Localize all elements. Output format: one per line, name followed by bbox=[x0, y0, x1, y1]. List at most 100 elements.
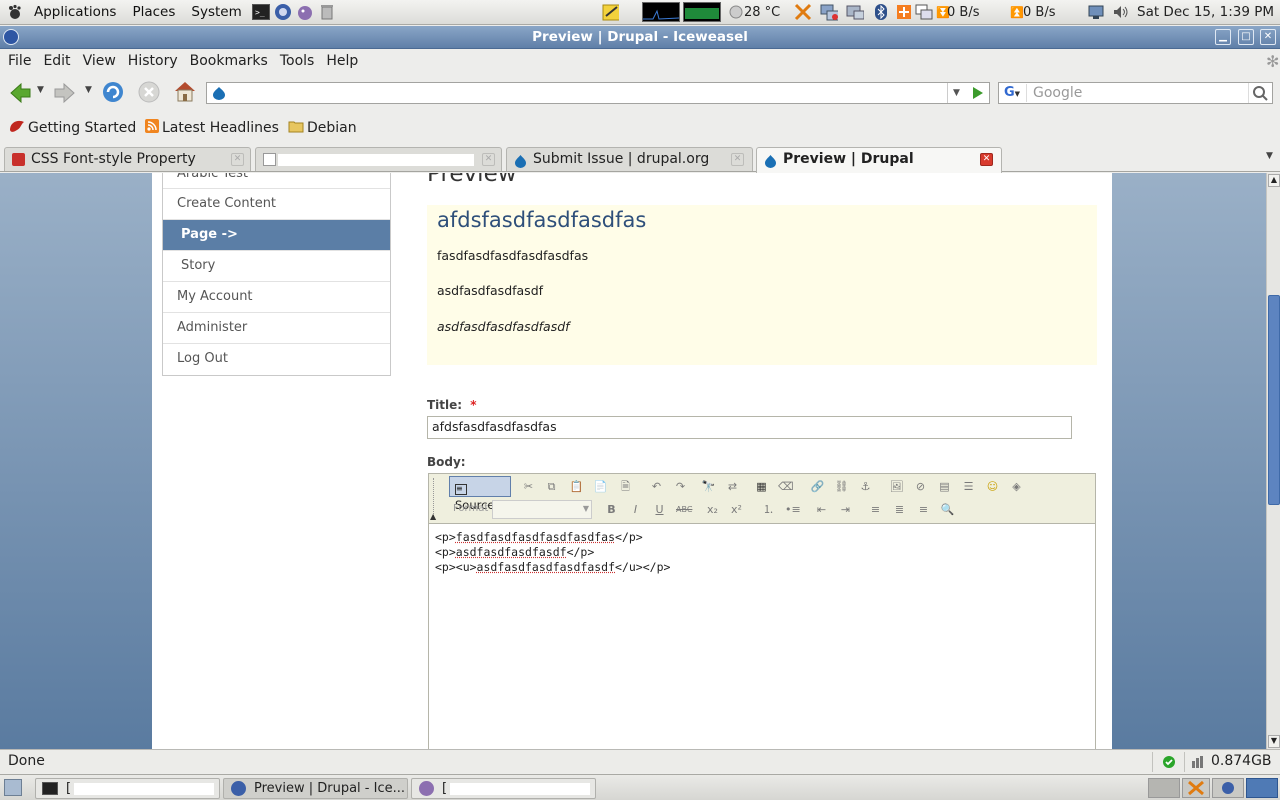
tab-submit-issue[interactable]: Submit Issue | drupal.org ✕ bbox=[506, 147, 753, 171]
source-textarea[interactable]: <p>fasdfasdfasdfasdfasdfas</p> <p>asdfas… bbox=[429, 524, 1095, 581]
reload-button[interactable] bbox=[101, 80, 125, 108]
tab-close-icon[interactable]: ✕ bbox=[980, 153, 993, 166]
forward-button[interactable] bbox=[53, 81, 77, 109]
horizontal-rule-icon[interactable]: ☰ bbox=[961, 479, 976, 494]
network-icon[interactable] bbox=[820, 3, 838, 21]
sidebar-item-create-content[interactable]: Create Content bbox=[163, 189, 390, 220]
paste-text-icon[interactable]: 📄 bbox=[593, 479, 608, 494]
terminal-icon[interactable]: >_ bbox=[252, 3, 270, 21]
align-center-icon[interactable]: ≣ bbox=[892, 502, 907, 517]
bold-icon[interactable]: B bbox=[604, 502, 619, 517]
sidebar-item-arabic-test[interactable]: Arabic Test bbox=[163, 173, 390, 189]
maximize-button[interactable]: □ bbox=[1238, 29, 1254, 45]
url-history-dropdown[interactable]: ▼ bbox=[947, 83, 965, 103]
back-history-dropdown[interactable]: ▼ bbox=[37, 85, 44, 95]
smiley-icon[interactable]: ☺ bbox=[985, 479, 1000, 494]
taskbar-item-terminal[interactable]: [ bbox=[35, 778, 220, 799]
tab-preview-drupal[interactable]: Preview | Drupal ✕ bbox=[756, 147, 1002, 173]
workspace-switcher-icon[interactable] bbox=[915, 3, 933, 21]
scroll-down-arrow[interactable]: ▼ bbox=[1268, 735, 1280, 748]
link-icon[interactable]: 🔗 bbox=[810, 479, 825, 494]
window-menu-icon[interactable] bbox=[3, 29, 19, 45]
paste-word-icon[interactable]: 🗎 bbox=[618, 479, 633, 494]
redo-icon[interactable]: ↷ bbox=[673, 479, 688, 494]
find-icon[interactable]: 🔭 bbox=[701, 479, 716, 494]
underline-icon[interactable]: U bbox=[652, 502, 667, 517]
bookmark-latest-headlines[interactable]: Latest Headlines bbox=[145, 119, 279, 137]
italic-icon[interactable]: I bbox=[628, 502, 643, 517]
workspace-4[interactable] bbox=[1246, 778, 1278, 798]
tab-close-icon[interactable]: ✕ bbox=[482, 153, 495, 166]
minimize-button[interactable]: ▁ bbox=[1215, 29, 1231, 45]
scroll-up-arrow[interactable]: ▲ bbox=[1268, 174, 1280, 187]
remove-format-icon[interactable]: ⌫ bbox=[778, 479, 793, 494]
search-icon[interactable] bbox=[1248, 83, 1272, 103]
special-char-icon[interactable]: ◈ bbox=[1009, 479, 1024, 494]
image-icon[interactable]: 🖼 bbox=[889, 479, 904, 494]
align-left-icon[interactable]: ≡ bbox=[868, 502, 883, 517]
tab-close-icon[interactable]: ✕ bbox=[231, 153, 244, 166]
security-ok-icon[interactable] bbox=[1162, 755, 1176, 773]
select-all-icon[interactable]: ▦ bbox=[754, 479, 769, 494]
stop-button[interactable] bbox=[137, 80, 161, 108]
url-bar[interactable]: ▼ bbox=[206, 82, 990, 104]
menu-tools[interactable]: Tools bbox=[274, 53, 321, 69]
iceweasel-icon[interactable] bbox=[274, 3, 292, 21]
menu-history[interactable]: History bbox=[122, 53, 184, 69]
update-notifier-icon[interactable] bbox=[895, 3, 913, 21]
sidebar-item-my-account[interactable]: My Account bbox=[163, 282, 390, 313]
close-button[interactable]: ✕ bbox=[1260, 29, 1276, 45]
preview-icon[interactable]: 🔍 bbox=[940, 502, 955, 517]
sidebar-item-page[interactable]: Page -> bbox=[163, 220, 390, 251]
undo-icon[interactable]: ↶ bbox=[649, 479, 664, 494]
vertical-scrollbar[interactable]: ▲ ▼ bbox=[1266, 173, 1280, 749]
unlink-icon[interactable]: ⛓ bbox=[834, 479, 849, 494]
paste-icon[interactable]: 📋 bbox=[569, 479, 584, 494]
workspace-2[interactable] bbox=[1182, 778, 1210, 798]
collapse-toolbar-icon[interactable]: ▲ bbox=[430, 512, 436, 521]
numbered-list-icon[interactable]: ⒈ bbox=[761, 502, 776, 517]
show-desktop-icon[interactable] bbox=[4, 779, 22, 796]
outdent-icon[interactable]: ⇤ bbox=[814, 502, 829, 517]
bulleted-list-icon[interactable]: •≡ bbox=[785, 502, 800, 517]
tab-list-dropdown[interactable]: ▼ bbox=[1266, 151, 1273, 161]
sidebar-item-administer[interactable]: Administer bbox=[163, 313, 390, 344]
network-manager-icon[interactable] bbox=[846, 3, 864, 21]
anchor-icon[interactable]: ⚓ bbox=[858, 479, 873, 494]
workspace-1[interactable] bbox=[1148, 778, 1180, 798]
window-titlebar[interactable]: Preview | Drupal - Iceweasel ▁ □ ✕ bbox=[0, 26, 1280, 49]
network-status-icon[interactable] bbox=[1088, 3, 1106, 21]
taskbar-item-pidgin[interactable]: [ bbox=[411, 778, 596, 799]
menu-view[interactable]: View bbox=[77, 53, 122, 69]
search-engine-selector[interactable]: G▼ bbox=[1001, 84, 1027, 102]
bluetooth-icon[interactable] bbox=[872, 3, 890, 21]
notes-icon[interactable] bbox=[601, 3, 619, 21]
menu-bookmarks[interactable]: Bookmarks bbox=[184, 53, 274, 69]
back-button[interactable] bbox=[8, 81, 32, 109]
tab-css-font-style[interactable]: CSS Font-style Property ✕ bbox=[4, 147, 251, 171]
tab-untitled[interactable]: ✕ bbox=[255, 147, 502, 171]
home-button[interactable] bbox=[173, 79, 197, 107]
search-bar[interactable]: G▼ Google bbox=[998, 82, 1273, 104]
menu-help[interactable]: Help bbox=[320, 53, 364, 69]
scroll-thumb[interactable] bbox=[1268, 295, 1280, 505]
pidgin-icon[interactable] bbox=[296, 3, 314, 21]
bookmark-getting-started[interactable]: Getting Started bbox=[8, 118, 136, 138]
forward-history-dropdown[interactable]: ▼ bbox=[85, 85, 92, 95]
menu-edit[interactable]: Edit bbox=[37, 53, 76, 69]
menu-file[interactable]: File bbox=[0, 53, 37, 69]
table-icon[interactable]: ▤ bbox=[937, 479, 952, 494]
strikethrough-icon[interactable]: ABC bbox=[676, 502, 691, 517]
trash-icon[interactable] bbox=[318, 3, 336, 21]
clock[interactable]: Sat Dec 15, 1:39 PM bbox=[1137, 4, 1274, 20]
search-input[interactable]: Google bbox=[1033, 85, 1082, 101]
replace-icon[interactable]: ⇄ bbox=[725, 479, 740, 494]
cut-icon[interactable]: ✂ bbox=[521, 479, 536, 494]
tab-close-icon[interactable]: ✕ bbox=[731, 153, 744, 166]
title-input[interactable]: afdsfasdfasdfasdfas bbox=[427, 416, 1072, 439]
align-right-icon[interactable]: ≡ bbox=[916, 502, 931, 517]
taskbar-item-iceweasel[interactable]: Preview | Drupal - Ice... bbox=[223, 778, 408, 799]
sidebar-item-log-out[interactable]: Log Out bbox=[163, 344, 390, 375]
source-button[interactable]: ≡ Source bbox=[449, 476, 511, 497]
sidebar-item-story[interactable]: Story bbox=[163, 251, 390, 282]
